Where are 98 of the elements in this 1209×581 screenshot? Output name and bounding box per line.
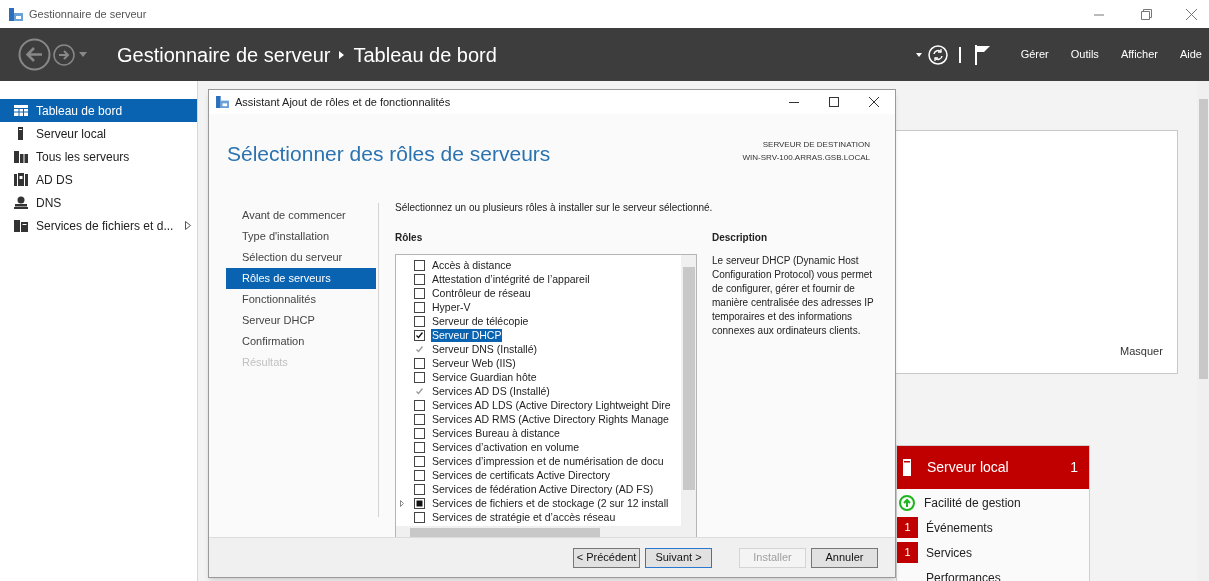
checkbox[interactable]: [414, 371, 425, 383]
role-item[interactable]: Serveur de télécopie: [431, 314, 530, 328]
role-item[interactable]: Serveur DHCP: [431, 328, 503, 342]
wizard-button[interactable]: < Précédent: [573, 547, 640, 568]
tile-header[interactable]: Serveur local 1: [897, 446, 1089, 489]
sidebar-item[interactable]: DNS: [0, 191, 197, 214]
app-icon: [9, 7, 23, 21]
wizard-button[interactable]: Suivant >: [645, 547, 712, 568]
sidebar-item[interactable]: Tous les serveurs: [0, 145, 197, 168]
role-item[interactable]: Accès à distance: [431, 258, 513, 272]
sidebar-item[interactable]: AD DS: [0, 168, 197, 191]
restore-icon[interactable]: [1141, 8, 1152, 20]
checkbox[interactable]: [414, 287, 425, 299]
checkbox[interactable]: [414, 399, 425, 411]
checkbox[interactable]: [414, 455, 425, 467]
status-ok-icon: [898, 494, 915, 511]
checkbox[interactable]: [414, 315, 425, 327]
tile-row-label[interactable]: Performances: [926, 568, 1001, 581]
role-item[interactable]: Services AD RMS (Active Directory Rights Manage: [431, 412, 670, 426]
checkbox[interactable]: [414, 427, 425, 439]
close-icon[interactable]: [869, 97, 879, 107]
wizard-step[interactable]: Confirmation: [226, 331, 376, 352]
vertical-scrollbar[interactable]: [681, 255, 696, 526]
role-item[interactable]: Attestation d’intégrité de l’appareil: [431, 272, 591, 286]
role-item[interactable]: Services d’activation en volume: [431, 440, 581, 454]
role-item[interactable]: Services de fédération Active Directory (AD FS): [431, 482, 655, 496]
checkbox[interactable]: [414, 329, 425, 341]
menu-item[interactable]: Aide: [1179, 46, 1202, 63]
checkbox[interactable]: [414, 497, 425, 509]
file-server-icon: [14, 219, 28, 232]
role-item[interactable]: Services Bureau à distance: [431, 426, 561, 440]
page-heading: Sélectionner des rôles de serveurs: [227, 141, 551, 167]
tile-count: 1: [1070, 458, 1078, 477]
destination-server: WIN-SRV-100.ARRAS.GSB.LOCAL: [742, 152, 870, 164]
window-title: Gestionnaire de serveur: [29, 6, 147, 22]
grid-icon: [14, 104, 28, 117]
server-group-icon: [14, 173, 28, 186]
tile-row-label[interactable]: Facilité de gestion: [924, 493, 1021, 512]
forward-icon[interactable]: [53, 43, 75, 66]
wizard-step: Résultats: [226, 352, 376, 373]
checkbox[interactable]: [414, 259, 425, 271]
flag-icon[interactable]: [974, 44, 991, 65]
checkbox[interactable]: [414, 273, 425, 285]
refresh-icon[interactable]: [927, 44, 948, 65]
tile-row-label[interactable]: Services: [926, 543, 972, 562]
sidebar-item[interactable]: Tableau de bord: [0, 99, 197, 122]
checkbox[interactable]: [414, 511, 425, 523]
wizard-step[interactable]: Sélection du serveur: [226, 247, 376, 268]
checkbox[interactable]: [414, 483, 425, 495]
tile-title: Serveur local: [927, 458, 1009, 477]
menu-item[interactable]: Gérer: [1020, 46, 1049, 63]
wizard-step[interactable]: Avant de commencer: [226, 205, 376, 226]
sidebar-item[interactable]: Services de fichiers et d...: [0, 214, 197, 237]
role-item[interactable]: Services de certificats Active Directory: [431, 468, 611, 482]
wizard-step[interactable]: Rôles de serveurs: [226, 268, 376, 289]
expand-arrow-icon[interactable]: [185, 221, 191, 230]
wizard-step[interactable]: Type d'installation: [226, 226, 376, 247]
caret-icon[interactable]: [915, 52, 922, 57]
role-item[interactable]: Services de fichiers et de stockage (2 sur 12 install: [431, 496, 670, 510]
wizard-step[interactable]: Serveur DHCP: [226, 310, 376, 331]
checkbox[interactable]: [414, 469, 425, 481]
instruction-text: Sélectionnez un ou plusieurs rôles à installer sur le serveur sélectionné.: [395, 201, 714, 215]
checkbox[interactable]: [414, 301, 425, 313]
sidebar-item[interactable]: Serveur local: [0, 122, 197, 145]
count-badge: 1: [897, 542, 918, 563]
destination-label: SERVEUR DE DESTINATION: [762, 139, 870, 151]
breadcrumb-item[interactable]: Gestionnaire de serveur: [117, 39, 331, 70]
dialog-title: Assistant Ajout de rôles et de fonctionnalités: [235, 94, 451, 110]
wizard-button[interactable]: Annuler: [811, 547, 878, 568]
breadcrumb-item: Tableau de bord: [353, 42, 497, 68]
menu-item[interactable]: Afficher: [1120, 46, 1158, 63]
count-badge: 1: [897, 517, 918, 538]
maximize-icon[interactable]: [829, 97, 839, 107]
role-item[interactable]: Service Guardian hôte: [431, 370, 538, 384]
checkbox[interactable]: [414, 413, 425, 425]
role-item[interactable]: Services AD LDS (Active Directory Lightweight Dire: [431, 398, 672, 412]
back-icon[interactable]: [18, 38, 51, 71]
description-label: Description: [712, 231, 768, 245]
menu-item[interactable]: Outils: [1070, 46, 1099, 63]
expand-arrow-icon[interactable]: [400, 499, 404, 507]
role-item[interactable]: Services de stratégie et d’accès réseau: [431, 510, 617, 524]
checkbox[interactable]: [414, 357, 425, 369]
description-text: Le serveur DHCP (Dynamic Host Configuration Protocol) vous permet de configurer, gérer et fournir de manière centralisée des adresses IP temporaires et des informations connexes aux ordinateurs clients.: [712, 254, 875, 338]
server-icon: [903, 459, 911, 476]
wizard-button: Installer: [739, 547, 806, 568]
wizard-step[interactable]: Fonctionnalités: [226, 289, 376, 310]
roles-label: Rôles: [395, 231, 424, 245]
checkbox[interactable]: [414, 441, 425, 453]
hide-link[interactable]: Masquer: [1120, 343, 1163, 360]
role-item[interactable]: Services d’impression et de numérisation de docu: [431, 454, 665, 468]
app-icon: [216, 96, 229, 108]
breadcrumb-arrow-icon: [339, 50, 345, 59]
role-item[interactable]: Serveur Web (IIS): [431, 356, 517, 370]
tile-row-label[interactable]: Événements: [926, 518, 993, 537]
role-item[interactable]: Contrôleur de réseau: [431, 286, 532, 300]
dns-server-icon: [14, 196, 28, 209]
role-item[interactable]: Hyper-V: [431, 300, 472, 314]
servers-icon: [14, 150, 28, 163]
